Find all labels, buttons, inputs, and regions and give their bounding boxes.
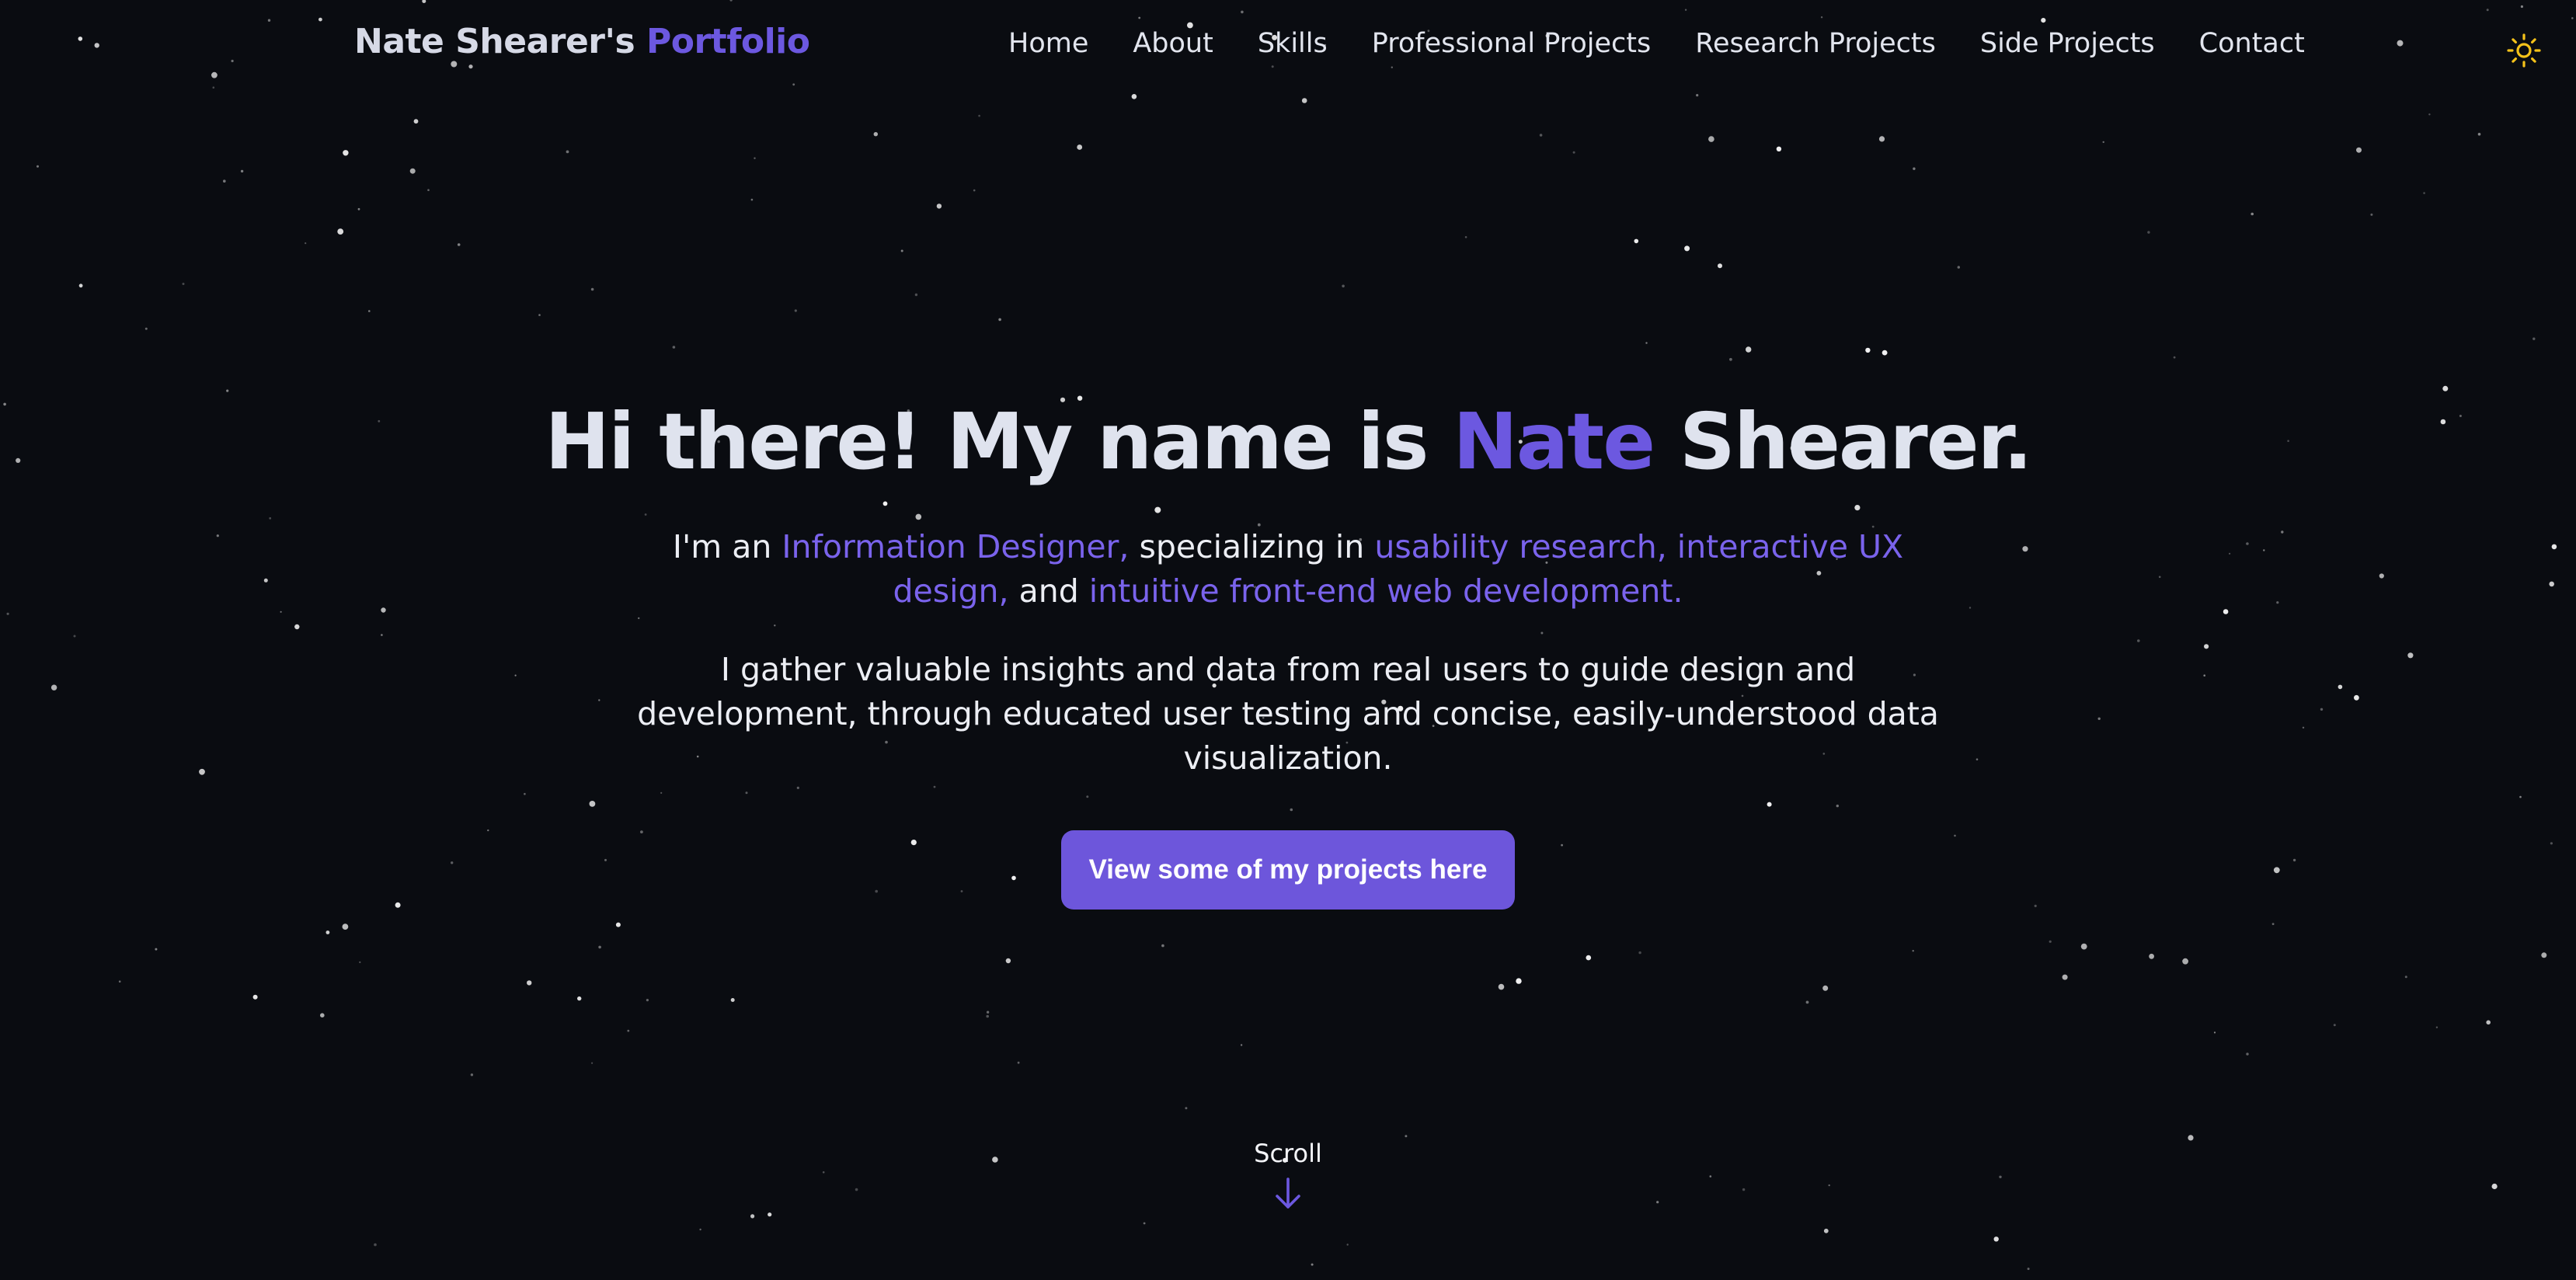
intro-role: Information Designer, [782, 528, 1130, 565]
headline-last-name: Shearer. [1679, 396, 2033, 487]
theme-toggle-button[interactable] [2506, 33, 2542, 68]
nav-item-professional-projects[interactable]: Professional Projects [1372, 28, 1651, 59]
nav-item-contact[interactable]: Contact [2199, 28, 2305, 59]
sun-icon [2507, 33, 2541, 68]
intro-text-3: and [1018, 572, 1079, 610]
intro-text-2: specializing in [1139, 528, 1365, 565]
nav-item-about[interactable]: About [1133, 28, 1213, 59]
hero-headline: Hi there! My name is Nate Shearer. [0, 396, 2576, 488]
top-nav: Nate Shearer's Portfolio Home About Skil… [0, 0, 2576, 93]
scroll-label: Scroll [1254, 1139, 1322, 1168]
intro-specialties-2: intuitive front-end web development. [1088, 572, 1683, 610]
nav-item-skills[interactable]: Skills [1258, 28, 1328, 59]
brand-logo[interactable]: Nate Shearer's Portfolio [354, 22, 810, 61]
nav-item-home[interactable]: Home [1008, 28, 1088, 59]
view-projects-button[interactable]: View some of my projects here [1060, 830, 1516, 910]
headline-greeting: Hi there! My name is [545, 396, 1429, 487]
scroll-indicator[interactable]: Scroll [0, 1139, 2576, 1212]
nav-item-side-projects[interactable]: Side Projects [1980, 28, 2155, 59]
hero-description: I gather valuable insights and data from… [637, 651, 1939, 777]
nav-item-research-projects[interactable]: Research Projects [1695, 28, 1936, 59]
headline-first-name: Nate [1453, 396, 1655, 487]
brand-name: Nate Shearer's [354, 22, 635, 61]
hero-intro: I'm an Information Designer, specializin… [628, 525, 1948, 614]
arrow-down-icon [1276, 1177, 1300, 1209]
brand-accent: Portfolio [646, 22, 810, 61]
hero-section: Hi there! My name is Nate Shearer. I'm a… [0, 396, 2576, 910]
intro-text-1: I'm an [672, 528, 772, 565]
page: Nate Shearer's Portfolio Home About Skil… [0, 0, 2576, 1280]
nav-menu: Home About Skills Professional Projects … [1008, 28, 2305, 59]
